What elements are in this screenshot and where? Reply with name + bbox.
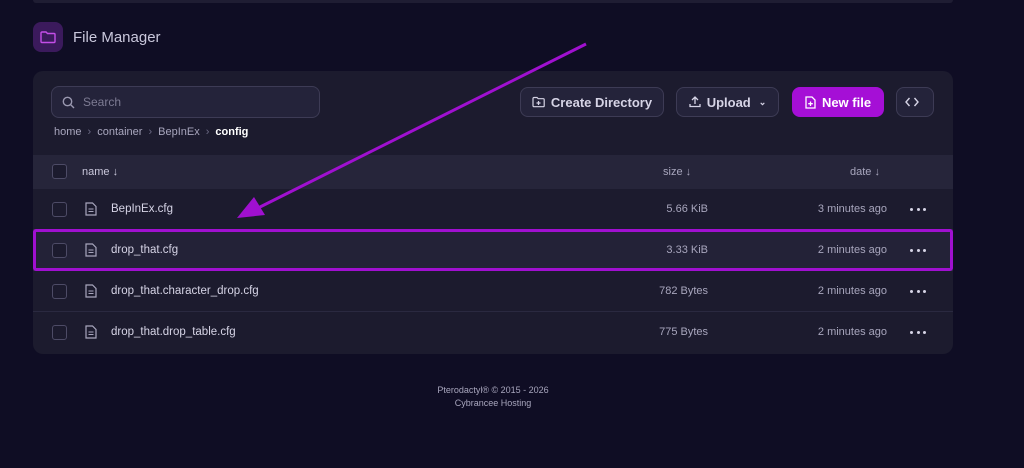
row-checkbox[interactable] — [52, 202, 67, 217]
more-options-icon[interactable] — [910, 284, 926, 298]
file-icon — [85, 325, 97, 339]
create-directory-button[interactable]: Create Directory — [520, 87, 664, 117]
file-icon — [85, 284, 97, 298]
file-date: 2 minutes ago — [817, 244, 887, 256]
file-date: 2 minutes ago — [817, 285, 887, 297]
row-checkbox[interactable] — [52, 284, 67, 299]
file-name[interactable]: drop_that.character_drop.cfg — [111, 285, 259, 297]
file-date: 3 minutes ago — [817, 203, 887, 215]
footer-copyright: Pterodactyl® © 2015 - 2026 — [437, 385, 549, 395]
code-icon — [905, 97, 919, 107]
upload-icon — [689, 96, 701, 108]
file-size: 3.33 KiB — [666, 244, 708, 256]
column-size[interactable]: size ↓ — [663, 166, 691, 178]
file-name[interactable]: drop_that.cfg — [111, 244, 178, 256]
new-file-button[interactable]: New file — [792, 87, 884, 117]
create-directory-label: Create Directory — [550, 94, 653, 110]
file-plus-icon — [805, 95, 816, 109]
file-manager-panel: Create Directory Upload ⌄ New file home … — [33, 71, 953, 354]
more-options-icon[interactable] — [910, 325, 926, 339]
select-all-checkbox[interactable] — [52, 164, 67, 179]
breadcrumb-container[interactable]: container — [97, 126, 142, 138]
table-row[interactable]: drop_that.cfg 3.33 KiB 2 minutes ago — [33, 230, 953, 271]
file-name[interactable]: BepInEx.cfg — [111, 203, 173, 215]
breadcrumb-current: config — [215, 126, 249, 138]
row-checkbox[interactable] — [52, 325, 67, 340]
breadcrumb-home[interactable]: home — [54, 126, 82, 138]
page-header: File Manager — [33, 22, 161, 52]
search-box[interactable] — [51, 86, 320, 118]
code-view-button[interactable] — [896, 87, 934, 117]
table-row[interactable]: BepInEx.cfg 5.66 KiB 3 minutes ago — [33, 189, 953, 230]
chevron-down-icon: ⌄ — [758, 96, 767, 107]
top-card-edge — [33, 0, 953, 3]
file-icon — [85, 243, 97, 257]
footer-hosting: Cybrancee Hosting — [454, 398, 532, 408]
folder-icon — [33, 22, 63, 52]
search-icon — [62, 96, 75, 108]
breadcrumb-bepinex[interactable]: BepInEx — [158, 126, 200, 138]
table-row[interactable]: drop_that.character_drop.cfg 782 Bytes 2… — [33, 271, 953, 312]
row-checkbox[interactable] — [52, 243, 67, 258]
file-size: 775 Bytes — [659, 326, 708, 338]
footer: Pterodactyl® © 2015 - 2026 Cybrancee Hos… — [0, 384, 986, 410]
file-size: 782 Bytes — [659, 285, 708, 297]
upload-button[interactable]: Upload ⌄ — [676, 87, 779, 117]
new-file-label: New file — [821, 94, 872, 110]
file-size: 5.66 KiB — [666, 203, 708, 215]
search-input[interactable] — [83, 95, 303, 109]
table-header: name ↓ size ↓ date ↓ — [33, 155, 953, 189]
column-name[interactable]: name ↓ — [82, 166, 118, 178]
file-icon — [85, 202, 97, 216]
breadcrumb: home › container › BepInEx › config — [54, 126, 248, 138]
chevron-right-icon: › — [148, 126, 153, 138]
file-name[interactable]: drop_that.drop_table.cfg — [111, 326, 236, 338]
folder-plus-icon — [532, 96, 545, 108]
file-date: 2 minutes ago — [817, 326, 887, 338]
upload-label: Upload — [706, 94, 751, 110]
more-options-icon[interactable] — [910, 202, 926, 216]
table-row[interactable]: drop_that.drop_table.cfg 775 Bytes 2 min… — [33, 312, 953, 353]
chevron-right-icon: › — [205, 126, 210, 138]
page-title: File Manager — [73, 28, 161, 46]
column-date[interactable]: date ↓ — [850, 166, 880, 178]
chevron-right-icon: › — [87, 126, 92, 138]
more-options-icon[interactable] — [910, 243, 926, 257]
